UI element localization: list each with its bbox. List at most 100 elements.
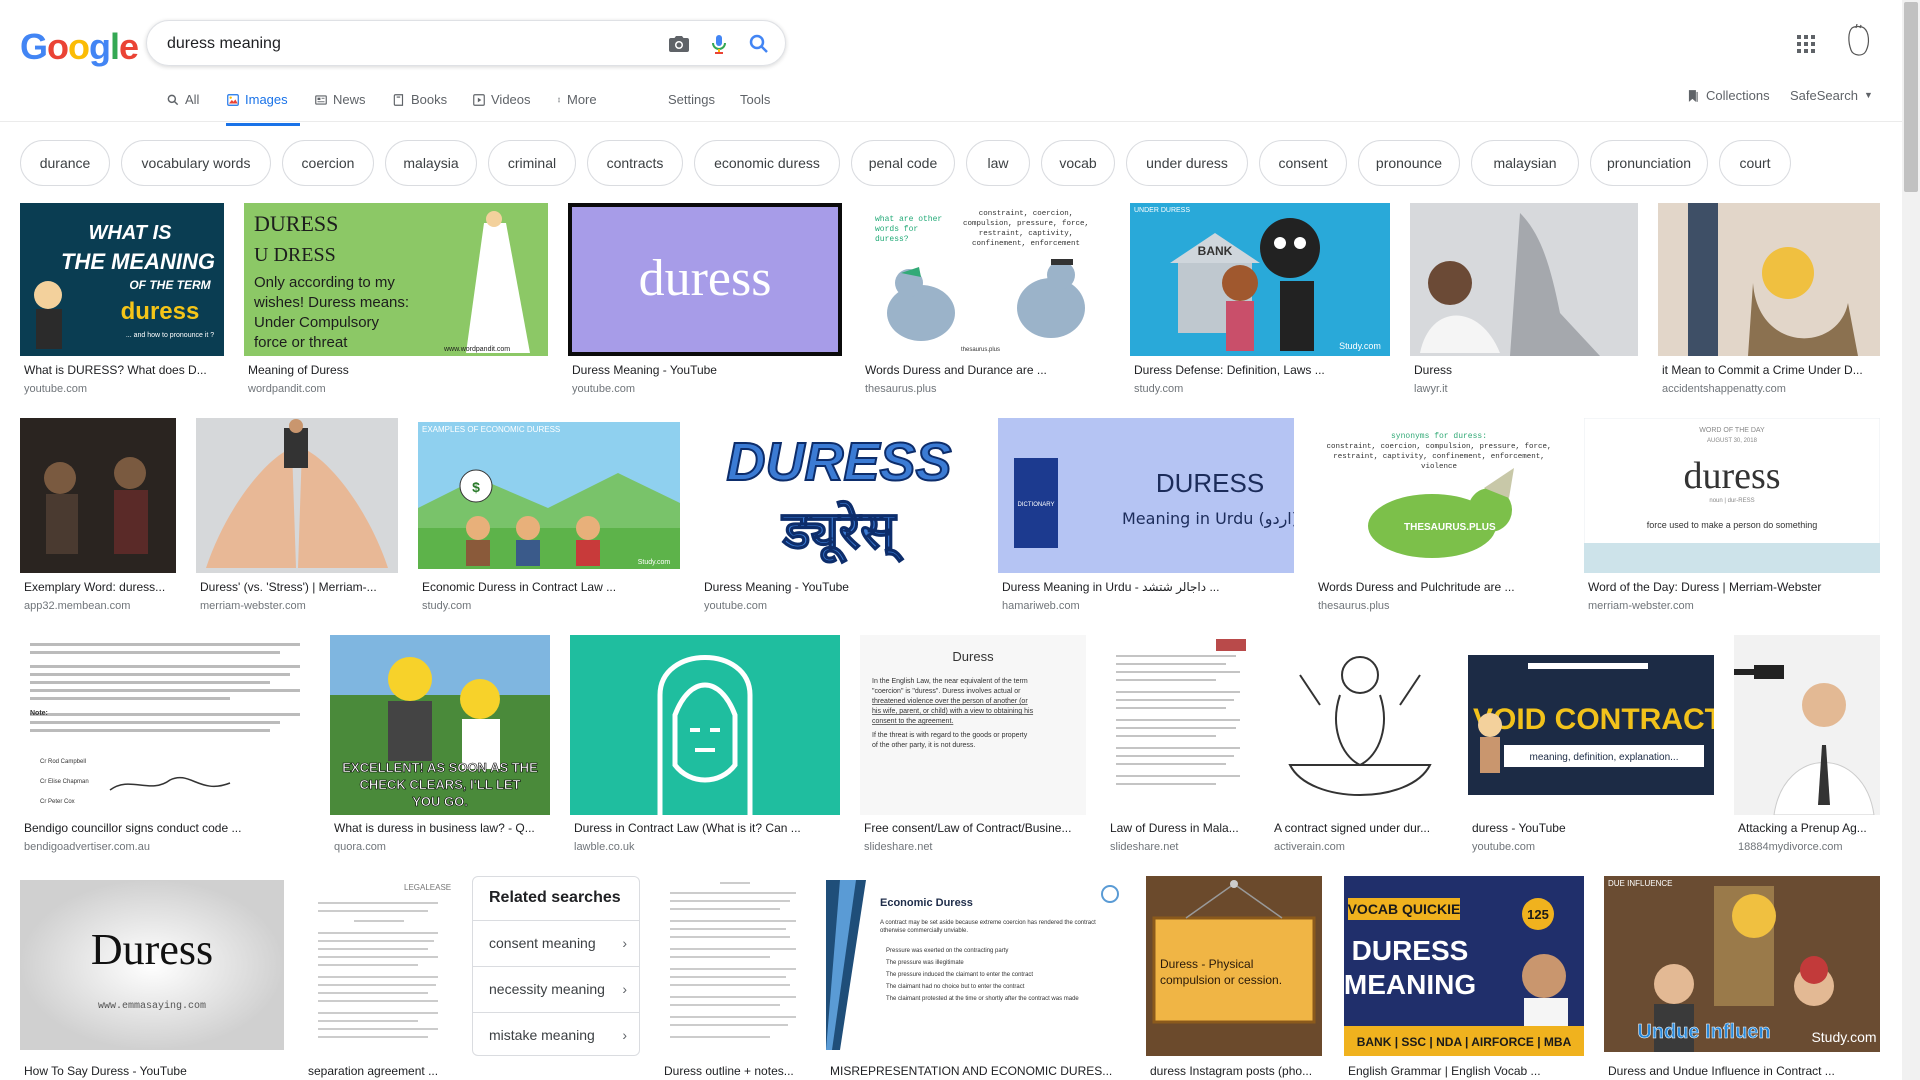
result-source[interactable]: youtube.com [572, 383, 842, 395]
result-thumbnail[interactable] [196, 418, 398, 573]
result-caption[interactable]: MISREPRESENTATION AND ECONOMIC DURES... [830, 1064, 1126, 1078]
result-thumbnail[interactable]: DICTIONARY DURESS Meaning in Urdu (اردو) [998, 418, 1294, 573]
image-result[interactable]: UNDER DURESS BANK Study.com Duress Defen… [1130, 203, 1390, 403]
result-caption[interactable]: Duress Meaning - YouTube [572, 363, 842, 377]
tab-images[interactable]: Images [226, 92, 300, 126]
result-thumbnail[interactable]: what are other words for duress? constra… [861, 203, 1111, 356]
image-result[interactable]: Law of Duress in Mala... slideshare.net [1106, 635, 1250, 855]
result-caption[interactable]: separation agreement ... [308, 1064, 452, 1078]
result-source[interactable]: study.com [1134, 383, 1390, 395]
result-source[interactable]: youtube.com [24, 383, 224, 395]
image-result[interactable]: Duress www.emmasaying.com How To Say Dur… [20, 880, 284, 1080]
result-caption[interactable]: Duress in Contract Law (What is it? Can … [574, 821, 840, 835]
chip[interactable]: criminal [488, 140, 576, 186]
related-search-item[interactable]: necessity meaning › [473, 966, 639, 1012]
result-thumbnail[interactable]: Duress - Physical compulsion or cession. [1146, 876, 1322, 1056]
result-caption[interactable]: What is DURESS? What does D... [24, 363, 224, 377]
image-result[interactable]: Note: Cr Rod Campbell Cr Elise Chapman C… [20, 635, 310, 855]
result-caption[interactable]: Free consent/Law of Contract/Busine... [864, 821, 1086, 835]
tools-link[interactable]: Tools [740, 92, 770, 126]
result-caption[interactable]: English Grammar | English Vocab ... [1348, 1064, 1584, 1078]
result-source[interactable]: thesaurus.plus [865, 383, 1111, 395]
result-source[interactable]: merriam-webster.com [200, 600, 398, 612]
image-result[interactable]: Duress' (vs. 'Stress') | Merriam-... mer… [196, 418, 398, 618]
result-caption[interactable]: A contract signed under dur... [1274, 821, 1448, 835]
result-thumbnail[interactable]: Note: Cr Rod Campbell Cr Elise Chapman C… [20, 635, 310, 815]
result-thumbnail[interactable] [660, 876, 806, 1056]
image-result[interactable]: it Mean to Commit a Crime Under D... acc… [1658, 203, 1880, 403]
image-result[interactable]: duress Duress Meaning - YouTube youtube.… [568, 203, 842, 403]
result-thumbnail[interactable] [1410, 203, 1638, 356]
tab-books[interactable]: Books [392, 92, 447, 126]
search-box[interactable] [146, 20, 786, 66]
image-result[interactable]: Attacking a Prenup Ag... 18884mydivorce.… [1734, 635, 1880, 855]
result-source[interactable]: slideshare.net [864, 841, 1086, 853]
image-result[interactable]: EXCELLENT! AS SOON AS THE CHECK CLEARS, … [330, 635, 550, 855]
image-result[interactable]: Duress In the English Law, the near equi… [860, 635, 1086, 855]
chip[interactable]: pronounce [1358, 140, 1460, 186]
result-thumbnail[interactable]: synonyms for duress: constraint, coercio… [1314, 418, 1564, 573]
result-source[interactable]: youtube.com [704, 600, 978, 612]
result-thumbnail[interactable] [1734, 635, 1880, 815]
result-caption[interactable]: Duress outline + notes... [664, 1064, 806, 1078]
result-source[interactable]: youtube.com [1472, 841, 1714, 853]
collections-link[interactable]: Collections [1686, 88, 1770, 104]
image-result[interactable]: VOID CONTRACT meaning, definition, expla… [1468, 635, 1714, 855]
result-thumbnail[interactable]: Duress www.emmasaying.com [20, 880, 284, 1050]
result-source[interactable]: activerain.com [1274, 841, 1448, 853]
image-result[interactable]: Duress outline + notes... [660, 876, 806, 1080]
result-caption[interactable]: it Mean to Commit a Crime Under D... [1662, 363, 1880, 377]
image-result[interactable]: WORD OF THE DAY AUGUST 30, 2018 duress n… [1584, 418, 1880, 618]
result-thumbnail[interactable] [1658, 203, 1880, 356]
chip[interactable]: penal code [851, 140, 955, 186]
result-source[interactable]: bendigoadvertiser.com.au [24, 841, 310, 853]
result-caption[interactable]: duress - YouTube [1472, 821, 1714, 835]
result-caption[interactable]: Law of Duress in Mala... [1110, 821, 1250, 835]
image-result[interactable]: VOCAB QUICKIE 125 DURESS MEANING BANK | … [1344, 876, 1584, 1080]
result-caption[interactable]: Meaning of Duress [248, 363, 548, 377]
result-caption[interactable]: Economic Duress in Contract Law ... [422, 580, 680, 594]
chip[interactable]: contracts [587, 140, 683, 186]
chip[interactable]: vocabulary words [121, 140, 271, 186]
result-thumbnail[interactable] [1270, 635, 1448, 815]
image-result[interactable]: WHAT IS THE MEANING OF THE TERM duress .… [20, 203, 224, 403]
search-icon[interactable] [747, 32, 771, 56]
mic-icon[interactable] [707, 32, 731, 56]
tab-all[interactable]: All [166, 92, 199, 126]
related-search-item[interactable]: consent meaning › [473, 920, 639, 966]
chip[interactable]: malaysian [1471, 140, 1579, 186]
result-thumbnail[interactable]: EXCELLENT! AS SOON AS THE CHECK CLEARS, … [330, 635, 550, 815]
result-caption[interactable]: How To Say Duress - YouTube [24, 1064, 284, 1078]
image-result[interactable]: Duress - Physical compulsion or cession.… [1146, 876, 1322, 1080]
result-caption[interactable]: Word of the Day: Duress | Merriam-Webste… [1588, 580, 1880, 594]
result-caption[interactable]: Duress and Undue Influence in Contract .… [1608, 1064, 1880, 1078]
result-source[interactable]: hamariweb.com [1002, 600, 1294, 612]
result-thumbnail[interactable]: UNDER DURESS BANK Study.com [1130, 203, 1390, 356]
result-caption[interactable]: Attacking a Prenup Ag... [1738, 821, 1880, 835]
result-thumbnail[interactable]: VOCAB QUICKIE 125 DURESS MEANING BANK | … [1344, 876, 1584, 1056]
safesearch-dropdown[interactable]: SafeSearch ▼ [1790, 88, 1873, 103]
apps-grid-icon[interactable] [1794, 32, 1818, 56]
result-thumbnail[interactable]: duress [568, 203, 842, 356]
chip[interactable]: court [1719, 140, 1791, 186]
result-thumbnail[interactable]: VOID CONTRACT meaning, definition, expla… [1468, 635, 1714, 815]
result-source[interactable]: thesaurus.plus [1318, 600, 1564, 612]
result-thumbnail[interactable]: DUE INFLUENCE Undue Influen Study.com [1604, 876, 1880, 1052]
result-caption[interactable]: duress Instagram posts (pho... [1150, 1064, 1322, 1078]
scrollbar-thumb[interactable] [1904, 2, 1918, 192]
chip[interactable]: pronunciation [1590, 140, 1708, 186]
result-thumbnail[interactable]: Economic Duress A contract may be set as… [826, 880, 1126, 1050]
image-result[interactable]: what are other words for duress? constra… [861, 203, 1111, 403]
chip[interactable]: consent [1259, 140, 1347, 186]
image-result[interactable]: DICTIONARY DURESS Meaning in Urdu (اردو)… [998, 418, 1294, 618]
related-search-item[interactable]: mistake meaning › [473, 1012, 639, 1058]
result-caption[interactable]: Bendigo councillor signs conduct code ..… [24, 821, 310, 835]
result-thumbnail[interactable]: DURESS U DRESS Only according to my wish… [244, 203, 548, 356]
result-thumbnail[interactable]: EXAMPLES OF ECONOMIC DURESS $ Study.com [418, 418, 680, 573]
result-source[interactable]: app32.membean.com [24, 600, 176, 612]
result-source[interactable]: lawyr.it [1414, 383, 1638, 395]
result-caption[interactable]: Duress Meaning - YouTube [704, 580, 978, 594]
result-source[interactable]: slideshare.net [1110, 841, 1250, 853]
result-source[interactable]: wordpandit.com [248, 383, 548, 395]
result-source[interactable]: quora.com [334, 841, 550, 853]
